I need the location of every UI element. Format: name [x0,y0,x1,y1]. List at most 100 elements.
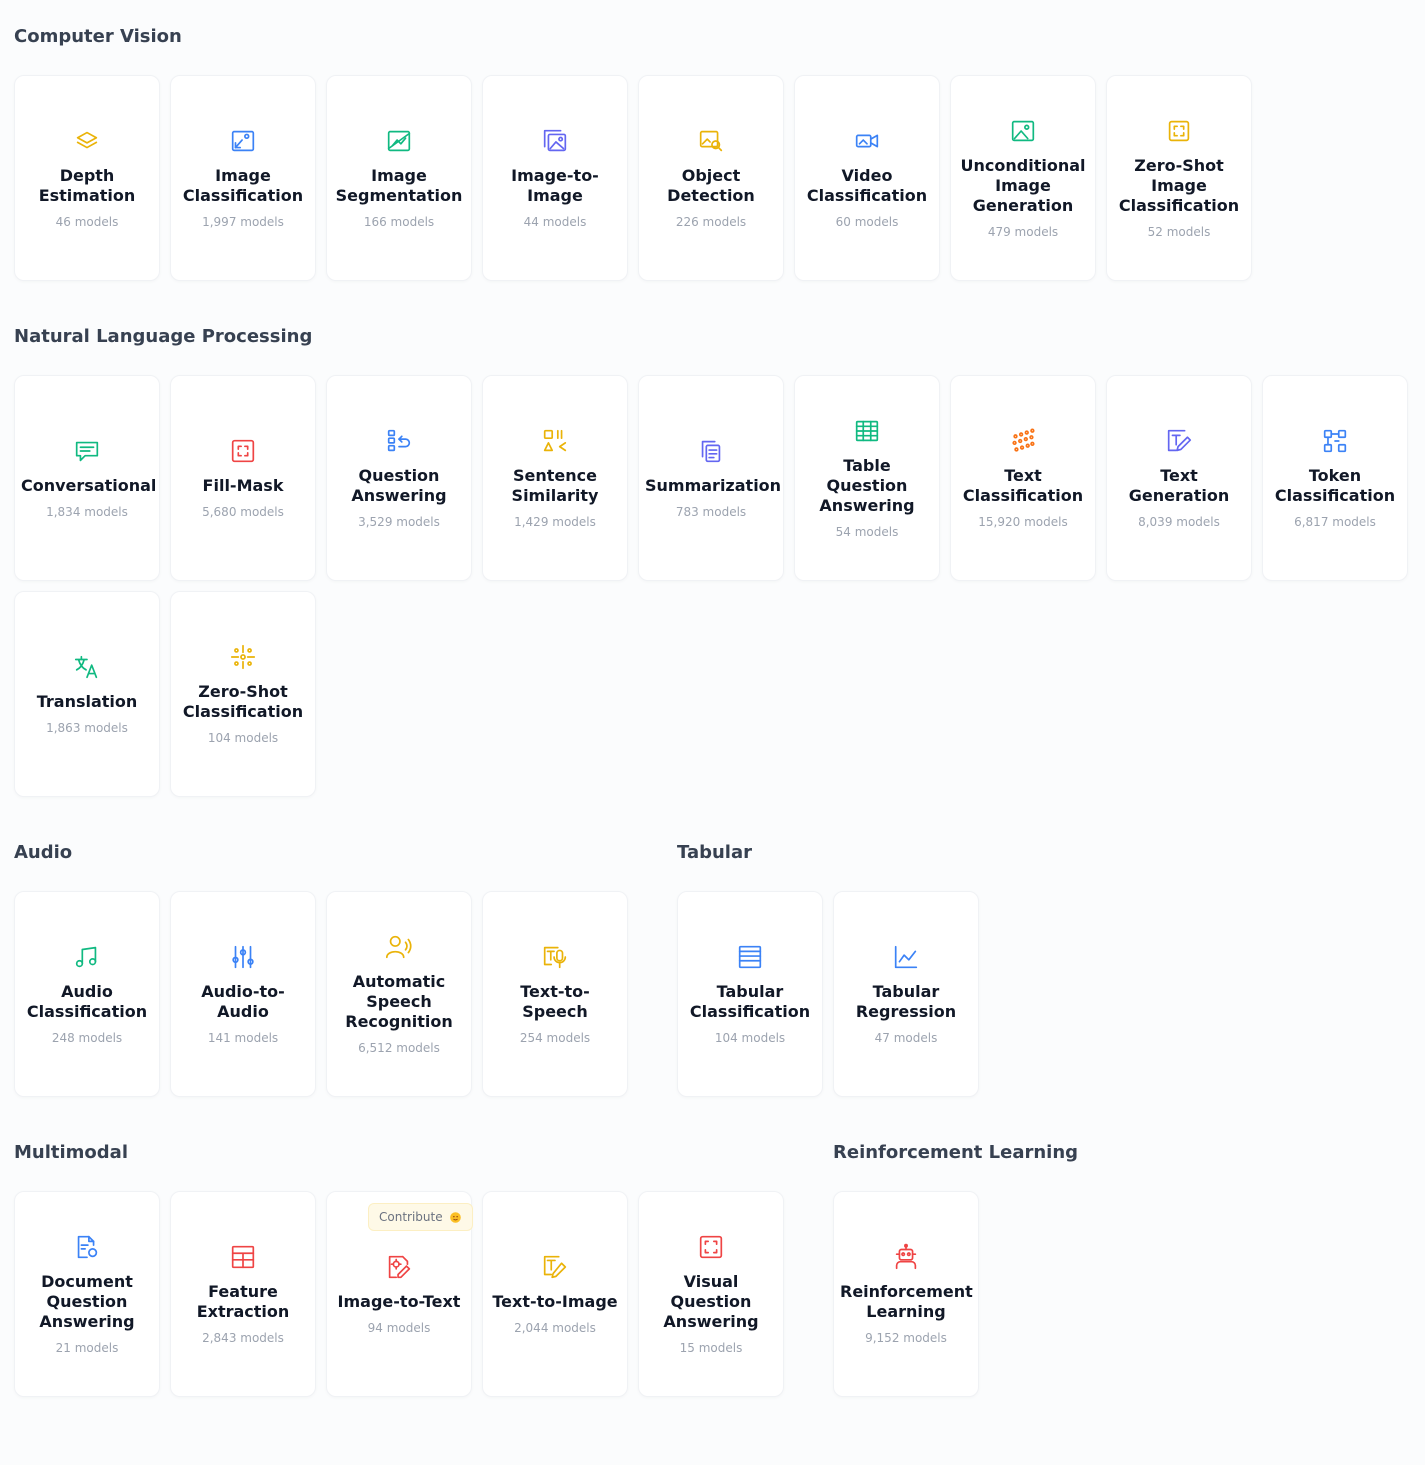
speech-recognition-icon [384,932,414,962]
task-title: Fill-Mask [202,476,284,495]
visual-question-answering-icon [696,1232,726,1262]
task-card-fill-mask[interactable]: Fill-Mask 5,680 models [170,375,316,581]
task-card-tabular-regression[interactable]: Tabular Regression 47 models [833,891,979,1097]
task-card-table-question-answering[interactable]: Table Question Answering 54 models [794,375,940,581]
hugging-emoji-icon [449,1211,462,1224]
model-count: 2,044 models [514,1321,596,1335]
section-title-audio: Audio [14,842,73,863]
task-title: Token Classification [1274,466,1396,505]
task-card-depth-estimation[interactable]: Depth Estimation 46 models [14,75,160,281]
contribute-label: Contribute [379,1210,443,1224]
task-title: Audio-to-Audio [201,982,285,1021]
robot-icon [891,1242,921,1272]
model-count: 166 models [363,215,435,229]
task-card-token-classification[interactable]: Token Classification 6,817 models [1262,375,1408,581]
model-count: 1,429 models [514,515,596,529]
task-title: Conversational [21,476,157,495]
task-card-object-detection[interactable]: Object Detection 226 models [638,75,784,281]
task-card-visual-question-answering[interactable]: Visual Question Answering 15 models [638,1191,784,1397]
text-generation-icon [1164,426,1194,456]
task-title: Tabular Classification [689,982,811,1021]
line-chart-icon [891,942,921,972]
task-card-unconditional-image-generation[interactable]: Unconditional Image Generation 479 models [950,75,1096,281]
chat-icon [72,436,102,466]
task-card-conversational[interactable]: Conversational 1,834 models [14,375,160,581]
image-to-text-icon [384,1252,414,1282]
model-count: 104 models [207,731,279,745]
model-count: 783 models [675,505,747,519]
task-card-text-classification[interactable]: Text Classification 15,920 models [950,375,1096,581]
task-card-tabular-classification[interactable]: Tabular Classification 104 models [677,891,823,1097]
model-count: 52 models [1147,225,1211,239]
task-card-audio-to-audio[interactable]: Audio-to-Audio 141 models [170,891,316,1097]
task-card-video-classification[interactable]: Video Classification 60 models [794,75,940,281]
task-title: Translation [36,692,138,711]
task-title: Text Classification [962,466,1084,505]
task-card-question-answering[interactable]: Question Answering 3,529 models [326,375,472,581]
model-count: 47 models [874,1031,938,1045]
model-count: 60 models [835,215,899,229]
task-card-text-generation[interactable]: Text Generation 8,039 models [1106,375,1252,581]
model-count: 1,863 models [46,721,128,735]
model-count: 104 models [714,1031,786,1045]
section-title-computer-vision: Computer Vision [14,26,182,47]
equalizer-icon [228,942,258,972]
zero-shot-classification-icon [228,642,258,672]
task-card-document-question-answering[interactable]: Document Question Answering 21 models [14,1191,160,1397]
task-card-text-to-image[interactable]: Text-to-Image 2,044 models [482,1191,628,1397]
task-card-text-to-speech[interactable]: Text-to-Speech 254 models [482,891,628,1097]
task-card-reinforcement-learning[interactable]: Reinforcement Learning 9,152 models [833,1191,979,1397]
task-title: Image-to-Image [511,166,599,205]
video-icon [852,126,882,156]
image-generation-icon [1008,116,1038,146]
task-title: Tabular Regression [855,982,957,1021]
layers-icon [72,126,102,156]
model-count: 1,834 models [46,505,128,519]
task-card-sentence-similarity[interactable]: Sentence Similarity 1,429 models [482,375,628,581]
tabular-classification-icon [735,942,765,972]
task-title: Feature Extraction [196,1282,290,1321]
model-count: 8,039 models [1138,515,1220,529]
task-title: Object Detection [667,166,755,205]
task-card-feature-extraction[interactable]: Feature Extraction 2,843 models [170,1191,316,1397]
task-card-image-classification[interactable]: Image Classification 1,997 models [170,75,316,281]
task-card-summarization[interactable]: Summarization 783 models [638,375,784,581]
music-note-icon [72,942,102,972]
summarization-icon [696,436,726,466]
task-card-automatic-speech-recognition[interactable]: Automatic Speech Recognition 6,512 models [326,891,472,1097]
table-icon [852,416,882,446]
task-card-zero-shot-classification[interactable]: Zero-Shot Classification 104 models [170,591,316,797]
task-title: Zero-Shot Classification [182,682,304,721]
task-title: Image Classification [182,166,304,205]
text-to-speech-icon [540,942,570,972]
task-title: Text-to-Speech [520,982,590,1021]
model-count: 15,920 models [978,515,1068,529]
task-title: Video Classification [806,166,928,205]
feature-extraction-icon [228,1242,258,1272]
task-card-zero-shot-image-classification[interactable]: Zero-Shot Image Classification 52 models [1106,75,1252,281]
model-count: 94 models [367,1321,431,1335]
token-classification-icon [1320,426,1350,456]
zero-shot-image-icon [1164,116,1194,146]
section-title-multimodal: Multimodal [14,1142,128,1163]
contribute-badge[interactable]: Contribute [368,1203,473,1231]
section-title-natural-language-processing: Natural Language Processing [14,326,313,347]
model-count: 3,529 models [358,515,440,529]
task-card-image-to-image[interactable]: Image-to-Image 44 models [482,75,628,281]
task-title: Automatic Speech Recognition [345,972,453,1031]
model-count: 9,152 models [865,1331,947,1345]
model-count: 54 models [835,525,899,539]
task-card-audio-classification[interactable]: Audio Classification 248 models [14,891,160,1097]
document-search-icon [72,1232,102,1262]
task-title: Reinforcement Learning [840,1282,973,1321]
model-count: 1,997 models [202,215,284,229]
model-count: 2,843 models [202,1331,284,1345]
task-title: Sentence Similarity [511,466,599,505]
task-card-image-segmentation[interactable]: Image Segmentation 166 models [326,75,472,281]
task-title: Document Question Answering [39,1272,135,1331]
task-card-translation[interactable]: Translation 1,863 models [14,591,160,797]
text-classification-icon [1008,426,1038,456]
image-to-image-icon [540,126,570,156]
task-title: Audio Classification [26,982,148,1021]
task-title: Image Segmentation [335,166,463,205]
